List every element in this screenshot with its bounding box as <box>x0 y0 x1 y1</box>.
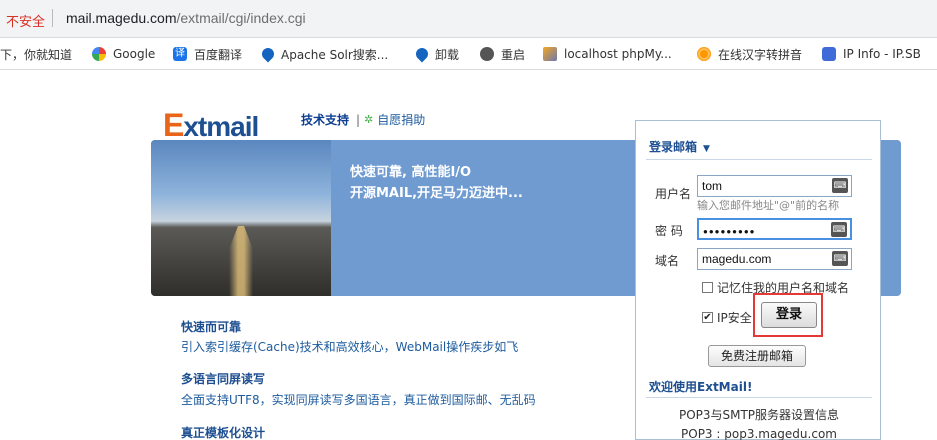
chevron-down-icon: ▼ <box>703 144 710 154</box>
url-text[interactable]: mail.magedu.com/extmail/cgi/index.cgi <box>66 10 306 26</box>
uninstall-icon <box>413 45 431 63</box>
bookmark-label: Apache Solr搜索... <box>281 47 389 62</box>
bookmark-label: 卸载 <box>435 47 460 62</box>
username-input[interactable]: tom ⌨ <box>697 175 852 197</box>
feature-desc: 全面支持UTF8，实现同屏读写多国语言，真正做到国际邮、无乱码 <box>181 393 536 407</box>
pop-info-title: POP3与SMTP服务器设置信息 <box>678 408 840 422</box>
bookmark-label: localhost phpMy... <box>564 47 672 61</box>
bookmark-label: 重启 <box>501 47 526 62</box>
donate-icon: ✲ <box>364 113 374 126</box>
banner-subline: 开源MAIL,开足马力迈进中... <box>350 186 523 201</box>
tech-support-link[interactable]: 技术支持 <box>301 111 349 128</box>
bookmark-label: 百度翻译 <box>194 47 243 62</box>
feature-title: 多语言同屏读写 <box>181 372 266 386</box>
username-hint: 输入您邮件地址"@"前的名称 <box>697 199 840 212</box>
translate-icon: 译 <box>173 47 187 61</box>
username-value: tom <box>702 179 723 193</box>
road-image <box>151 140 331 296</box>
keyboard-icon[interactable]: ⌨ <box>831 222 847 237</box>
address-separator <box>52 9 53 27</box>
solr-icon <box>259 45 277 63</box>
pinyin-icon <box>697 47 711 61</box>
ip-secure-label: IP安全 <box>717 311 752 325</box>
bookmark-ip-info[interactable]: IP Info - IP.SB <box>822 46 921 62</box>
bookmarks-bar: 下，你就知道 Google 译 百度翻译 Apache Solr搜索... 卸载… <box>0 38 937 70</box>
logo-letter: E <box>163 107 184 143</box>
bookmark-pinyin[interactable]: 在线汉字转拼音 <box>697 46 802 62</box>
google-icon <box>92 47 106 61</box>
feature-title: 真正模板化设计 <box>181 426 266 440</box>
donate-label: 自愿捐助 <box>377 113 426 127</box>
banner-headline: 快速可靠, 高性能I/O <box>350 165 472 180</box>
domain-select[interactable]: magedu.com ⌨ <box>697 248 852 270</box>
bookmark-item[interactable]: 下，你就知道 <box>0 46 72 62</box>
bookmark-baidu-fanyi[interactable]: 译 百度翻译 <box>173 46 242 62</box>
bookmark-phpmyadmin[interactable]: localhost phpMy... <box>543 46 672 62</box>
ip-secure-checkbox[interactable]: ✔ IP安全 <box>702 309 752 326</box>
ip-info-icon <box>822 47 836 61</box>
phpmyadmin-icon <box>543 47 557 61</box>
register-button[interactable]: 免费注册邮箱 <box>708 345 806 367</box>
login-button[interactable]: 登录 <box>761 302 817 328</box>
bookmark-restart[interactable]: 重启 <box>480 46 525 62</box>
password-input[interactable]: ●●●●●●●●● ⌨ <box>697 218 852 240</box>
header-separator: | <box>356 112 361 127</box>
bookmark-solr[interactable]: Apache Solr搜索... <box>259 45 389 63</box>
checkbox-box-checked[interactable]: ✔ <box>702 312 713 323</box>
extmail-logo: Extmail <box>163 107 259 144</box>
donate-link[interactable]: | ✲ 自愿捐助 <box>356 111 425 128</box>
domain-value: magedu.com <box>702 252 772 266</box>
logo-text: xtmail <box>183 111 259 142</box>
divider <box>646 159 872 160</box>
globe-icon <box>480 47 494 61</box>
feature-title: 快速而可靠 <box>181 320 242 334</box>
url-host: mail.magedu.com <box>66 10 177 26</box>
insecure-indicator[interactable]: 不安全 <box>6 11 45 30</box>
divider <box>646 397 872 398</box>
password-value: ●●●●●●●●● <box>703 227 756 236</box>
highlight-box: 登录 <box>753 293 823 337</box>
welcome-text: 欢迎使用ExtMail! <box>649 380 753 394</box>
feature-desc: 引入索引缓存(Cache)技术和高效核心，WebMail操作疾步如飞 <box>181 340 519 354</box>
bookmark-uninstall[interactable]: 卸载 <box>413 45 460 63</box>
login-panel: 登录邮箱 ▼ 用户名 tom ⌨ 输入您邮件地址"@"前的名称 密 码 ●●●●●… <box>635 120 881 440</box>
keyboard-icon[interactable]: ⌨ <box>832 251 848 266</box>
keyboard-icon[interactable]: ⌨ <box>832 178 848 193</box>
login-heading-label: 登录邮箱 <box>649 140 698 154</box>
bookmark-label: Google <box>113 47 156 61</box>
checkbox-box[interactable] <box>702 282 713 293</box>
url-path: /extmail/cgi/index.cgi <box>176 10 306 26</box>
bookmark-google[interactable]: Google <box>92 46 155 62</box>
password-label: 密 码 <box>655 224 683 238</box>
login-heading[interactable]: 登录邮箱 ▼ <box>649 138 710 155</box>
username-label: 用户名 <box>655 187 692 201</box>
bookmark-label: 下，你就知道 <box>0 47 73 62</box>
bookmark-label: 在线汉字转拼音 <box>718 47 803 62</box>
bookmark-label: IP Info - IP.SB <box>843 47 921 61</box>
domain-label: 域名 <box>655 254 680 268</box>
pop3-server: POP3 : pop3.magedu.com <box>681 427 837 440</box>
address-bar[interactable]: 不安全 mail.magedu.com/extmail/cgi/index.cg… <box>0 0 937 38</box>
